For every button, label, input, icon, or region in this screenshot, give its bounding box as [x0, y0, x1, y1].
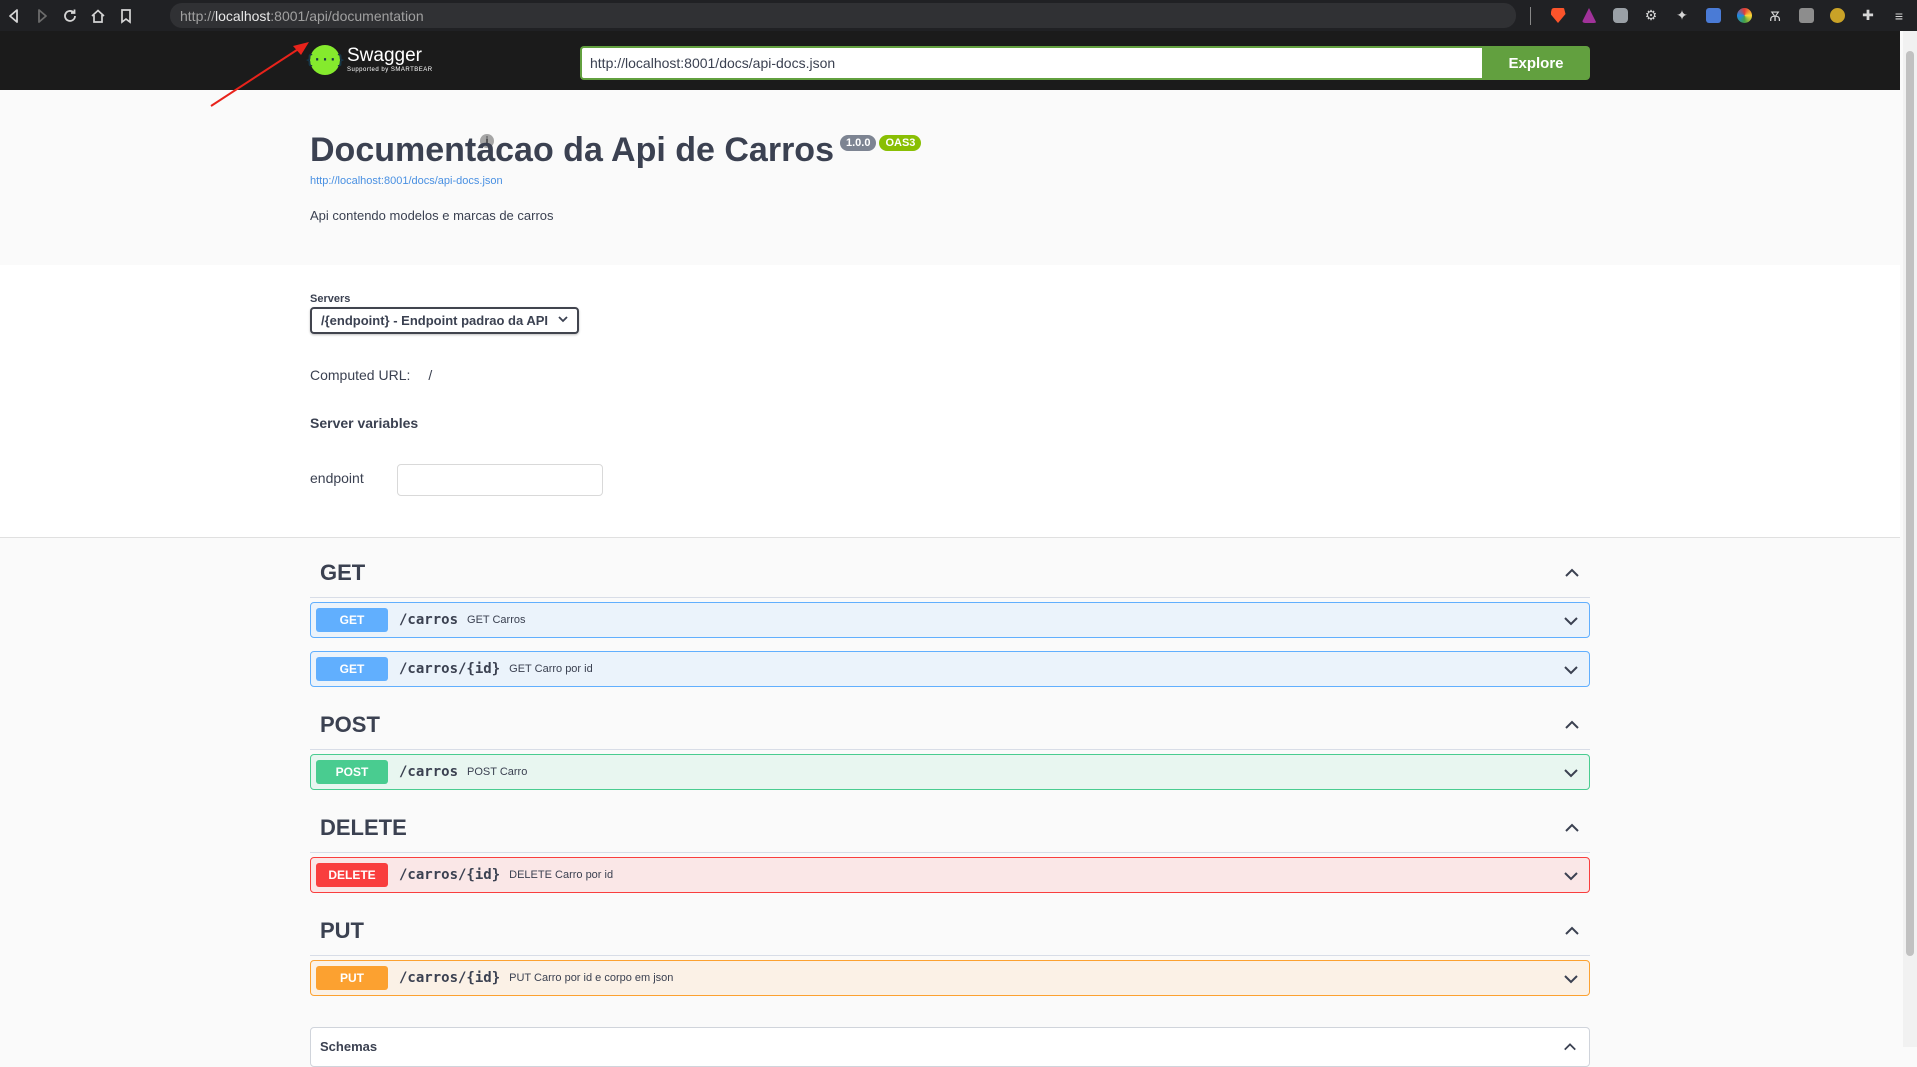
- operation-summary: PUT Carro por id e corpo em json: [509, 972, 674, 984]
- url-path: :8001/api/documentation: [270, 7, 424, 24]
- operation-summary: POST Carro: [467, 766, 528, 778]
- tag-title: POST: [320, 711, 380, 737]
- operation-summary: GET Carro por id: [509, 663, 593, 675]
- back-icon[interactable]: [0, 0, 28, 31]
- chevron-up-icon: [1564, 1043, 1576, 1051]
- text-icon[interactable]: Ѫ: [1765, 6, 1785, 26]
- swagger-logo[interactable]: {···} Swagger Supported by SMARTBEAR: [305, 45, 433, 75]
- brave-rewards-icon[interactable]: [1579, 6, 1599, 26]
- method-badge: PUT: [316, 966, 388, 990]
- extension-icon[interactable]: ✦: [1672, 6, 1692, 26]
- operation-post-carros[interactable]: POST /carros POST Carro: [310, 754, 1590, 790]
- operation-put-carro-by-id[interactable]: PUT /carros/{id} PUT Carro por id e corp…: [310, 960, 1590, 996]
- url-host: localhost: [215, 7, 271, 24]
- spec-link[interactable]: http://localhost:8001/docs/api-docs.json: [310, 175, 921, 187]
- tag-title: DELETE: [320, 814, 407, 840]
- chevron-up-icon: [1565, 568, 1579, 577]
- page-scrollbar[interactable]: [1903, 31, 1917, 1047]
- logo-name: Swagger: [347, 45, 422, 66]
- url-scheme: http://: [180, 7, 216, 24]
- api-description: Api contendo modelos e marcas de carros: [310, 208, 554, 223]
- title-row: Documentacao da Api de Carros 1.0.0 OAS3: [310, 131, 922, 170]
- toolbar-divider: [1530, 6, 1531, 25]
- operation-path: /carros/{id}: [399, 867, 501, 883]
- computed-url: Computed URL: /: [310, 367, 432, 383]
- chevron-down-icon: [1564, 975, 1578, 984]
- servers-select[interactable]: /{endpoint} - Endpoint padrao da API: [310, 307, 579, 334]
- operation-path: /carros: [399, 764, 459, 780]
- endpoint-variable-label: endpoint: [310, 470, 364, 486]
- annotation-arrow: [210, 42, 309, 107]
- operation-path: /carros: [399, 612, 459, 628]
- operation-get-carro-by-id[interactable]: GET /carros/{id} GET Carro por id: [310, 651, 1590, 687]
- oas-badge: OAS3: [879, 135, 922, 151]
- address-bar[interactable]: i http://localhost:8001/api/documentatio…: [170, 3, 1516, 148]
- tag-title: GET: [320, 559, 366, 585]
- chevron-down-icon: [1564, 872, 1578, 881]
- method-badge: GET: [316, 657, 388, 681]
- method-badge: GET: [316, 608, 388, 632]
- color-picker-icon[interactable]: [1734, 6, 1754, 26]
- chevron-up-icon: [1565, 926, 1579, 935]
- computed-url-label: Computed URL:: [310, 367, 411, 383]
- logo-tagline: Supported by SMARTBEAR: [347, 67, 433, 73]
- chevron-up-icon: [1565, 823, 1579, 832]
- theme-icon[interactable]: [1827, 6, 1847, 26]
- extension-toolbar: ⚙ ✦ Ѫ ✚ ≡: [1530, 0, 1909, 31]
- reader-icon[interactable]: [1796, 6, 1816, 26]
- operation-path: /carros/{id}: [399, 661, 501, 677]
- computed-url-value: /: [428, 367, 433, 383]
- chevron-down-icon: [1564, 617, 1578, 626]
- tag-post[interactable]: POST: [310, 700, 1590, 750]
- tag-delete[interactable]: DELETE: [310, 803, 1590, 853]
- servers-section: Servers /{endpoint} - Endpoint padrao da…: [0, 265, 1900, 538]
- home-icon[interactable]: [84, 0, 112, 31]
- menu-icon[interactable]: ≡: [1889, 6, 1909, 26]
- browser-toolbar: i http://localhost:8001/api/documentatio…: [0, 0, 1917, 148]
- endpoint-variable-input[interactable]: [397, 464, 603, 496]
- spec-url-input[interactable]: http://localhost:8001/docs/api-docs.json: [580, 46, 1482, 80]
- page-title: Documentacao da Api de Carros: [310, 131, 834, 169]
- reload-icon[interactable]: [56, 0, 84, 31]
- swagger-logo-text: Swagger Supported by SMARTBEAR: [347, 46, 433, 74]
- operation-path: /carros/{id}: [399, 970, 501, 986]
- chevron-down-icon: [1564, 666, 1578, 675]
- tag-get[interactable]: GET: [310, 548, 1590, 598]
- method-badge: POST: [316, 760, 388, 784]
- explore-form: http://localhost:8001/docs/api-docs.json…: [580, 46, 1590, 80]
- servers-label: Servers: [310, 293, 351, 305]
- brave-shield-icon[interactable]: [1548, 6, 1568, 26]
- camera-icon[interactable]: [1610, 6, 1630, 26]
- chevron-down-icon: [1564, 769, 1578, 778]
- tag-put[interactable]: PUT: [310, 906, 1590, 956]
- explore-button[interactable]: Explore: [1482, 46, 1590, 80]
- server-variables-title: Server variables: [310, 415, 419, 431]
- operation-summary: GET Carros: [467, 614, 526, 626]
- gear-icon[interactable]: ⚙: [1641, 6, 1661, 26]
- servers-selected-value: /{endpoint} - Endpoint padrao da API: [321, 313, 549, 328]
- operations-list: GET GET /carros GET Carros GET /carros/{…: [310, 548, 1590, 1009]
- translate-icon[interactable]: [1703, 6, 1723, 26]
- version-badge: 1.0.0: [839, 135, 877, 151]
- schemas-section[interactable]: Schemas: [310, 1027, 1590, 1067]
- chevron-up-icon: [1565, 720, 1579, 729]
- operation-delete-carro-by-id[interactable]: DELETE /carros/{id} DELETE Carro por id: [310, 857, 1590, 893]
- tag-title: PUT: [320, 917, 364, 943]
- scrollbar-thumb[interactable]: [1906, 51, 1914, 956]
- puzzle-icon[interactable]: ✚: [1858, 6, 1878, 26]
- api-info: Documentacao da Api de Carros 1.0.0 OAS3…: [310, 131, 922, 223]
- operation-get-carros[interactable]: GET /carros GET Carros: [310, 602, 1590, 638]
- forward-icon[interactable]: [28, 0, 56, 31]
- servers-block: Servers /{endpoint} - Endpoint padrao da…: [310, 293, 579, 334]
- method-badge: DELETE: [316, 863, 388, 887]
- chevron-down-icon: [558, 315, 568, 326]
- bookmark-icon[interactable]: [112, 0, 140, 31]
- operation-summary: DELETE Carro por id: [509, 869, 614, 881]
